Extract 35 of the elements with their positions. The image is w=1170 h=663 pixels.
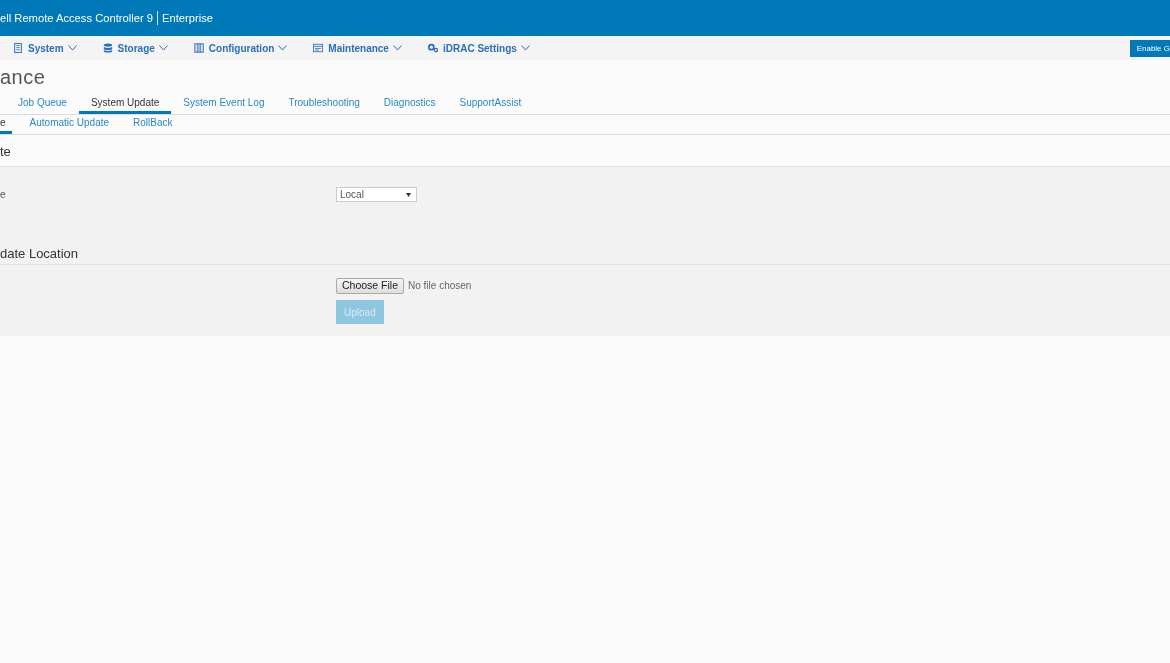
dropdown-arrow-icon	[406, 192, 411, 197]
app-title: ell Remote Access Controller 9	[0, 12, 153, 24]
section-heading: te	[0, 143, 11, 159]
gears-icon	[427, 43, 438, 53]
edition-label: Enterprise	[156, 11, 213, 25]
choose-file-button[interactable]: Choose File	[336, 277, 405, 294]
tab[interactable]: Job Queue	[6, 94, 79, 114]
database-icon	[102, 43, 113, 53]
server-icon	[13, 43, 23, 53]
chevron-down-icon	[158, 45, 168, 51]
tab[interactable]: SupportAssist	[447, 94, 534, 114]
file-status-text: No file chosen	[408, 280, 472, 291]
grid-icon	[193, 43, 204, 53]
sub-tab[interactable]: Automatic Update	[23, 115, 116, 134]
field-label: e	[0, 188, 6, 202]
nav-menu-item[interactable]: System	[13, 42, 77, 54]
chevron-down-icon	[520, 45, 530, 51]
nav-menu-item[interactable]: iDRAC Settings	[427, 42, 530, 54]
nav-menu-item[interactable]: Maintenance	[313, 42, 402, 54]
chevron-down-icon	[392, 45, 402, 51]
tab[interactable]: System Update	[78, 94, 172, 114]
chevron-down-icon	[278, 45, 288, 51]
nav-menu-item[interactable]: Configuration	[193, 42, 288, 54]
nav-menu-item[interactable]: Storage	[102, 42, 168, 54]
sub-tab[interactable]: RollBack	[127, 115, 179, 134]
enable-button[interactable]: Enable G	[1129, 39, 1170, 57]
tab[interactable]: Troubleshooting	[276, 94, 372, 114]
panel-icon	[313, 43, 324, 53]
tab[interactable]: Diagnostics	[371, 94, 448, 114]
tab[interactable]: System Event Log	[171, 94, 277, 114]
page-title: ance	[0, 65, 46, 89]
sub-tab[interactable]: e	[0, 115, 12, 134]
section-heading: date Location	[0, 246, 79, 261]
chevron-down-icon	[67, 45, 77, 51]
source-dropdown[interactable]: Local	[336, 187, 417, 202]
